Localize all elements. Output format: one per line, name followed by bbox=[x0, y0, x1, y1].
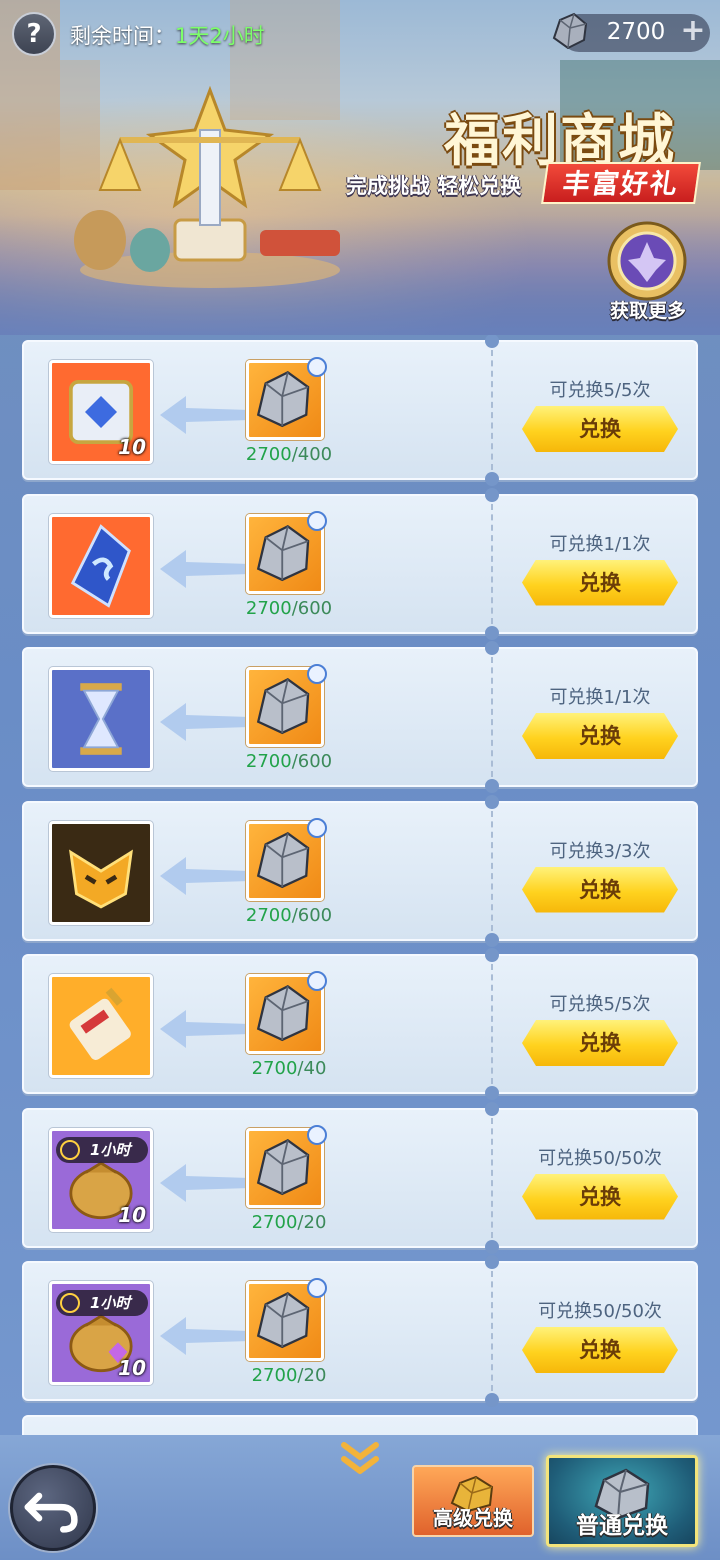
duration-badge: 1小时 bbox=[56, 1136, 148, 1163]
list-item: 10 2700/400 可兑换5/5次 兑换 bbox=[22, 335, 698, 486]
cost-amount: 2700/600 bbox=[245, 597, 333, 619]
plus-icon[interactable]: + bbox=[678, 16, 708, 47]
divider bbox=[491, 964, 493, 1084]
list-item: 1小时 10 2700/20 可兑换50/50次 兑换 bbox=[22, 1255, 698, 1407]
exchange-button[interactable]: 兑换 bbox=[522, 713, 678, 759]
exchange-limit: 可兑换50/50次 bbox=[538, 1301, 662, 1322]
scroll-icon bbox=[69, 987, 131, 1060]
exchange-button[interactable]: 兑换 bbox=[522, 1020, 678, 1066]
exchange-button[interactable]: 兑换 bbox=[522, 406, 678, 452]
bottom-bar: 高级兑换 普通兑换 bbox=[0, 1435, 720, 1560]
list-item: 2700/600 可兑换1/1次 兑换 bbox=[22, 641, 698, 793]
cost-item[interactable] bbox=[246, 1124, 327, 1208]
get-more-button[interactable] bbox=[604, 218, 690, 304]
divider bbox=[491, 1117, 493, 1238]
clock-icon bbox=[60, 1293, 80, 1313]
clock-icon bbox=[307, 510, 327, 531]
tab-normal-label: 普通兑换 bbox=[576, 1513, 668, 1539]
ore-stone-icon bbox=[552, 12, 588, 50]
cost-item[interactable] bbox=[246, 1278, 327, 1361]
cost-amount: 2700/40 bbox=[251, 1058, 327, 1079]
cost-item[interactable] bbox=[246, 510, 327, 594]
exchange-button[interactable]: 兑换 bbox=[522, 1327, 678, 1373]
reward-item[interactable] bbox=[49, 667, 153, 771]
reward-count: 10 bbox=[118, 1202, 146, 1227]
get-more-label[interactable]: 获取更多 bbox=[596, 296, 700, 323]
help-button[interactable]: ? bbox=[12, 12, 56, 56]
list-item-partial bbox=[22, 1414, 698, 1435]
clock-icon bbox=[307, 971, 327, 991]
chevron-double-down-icon bbox=[341, 1442, 379, 1474]
cost-amount: 2700/600 bbox=[245, 904, 333, 926]
divider bbox=[491, 657, 493, 777]
exchange-list[interactable]: 10 2700/400 可兑换5/5次 兑换 2700/600 可兑换1/1次 … bbox=[0, 335, 720, 1435]
duration-badge: 1小时 bbox=[56, 1290, 148, 1316]
exchange-limit: 可兑换1/1次 bbox=[549, 533, 651, 555]
divider bbox=[491, 810, 493, 931]
reward-item[interactable]: 1小时 10 bbox=[49, 1127, 153, 1232]
clock-icon bbox=[307, 1124, 327, 1145]
list-item: 2700/40 可兑换5/5次 兑换 bbox=[22, 948, 698, 1100]
cost-amount: 2700/400 bbox=[245, 444, 333, 465]
question-mark-icon: ? bbox=[26, 19, 42, 49]
tab-advanced-label: 高级兑换 bbox=[433, 1506, 513, 1530]
divider bbox=[491, 1271, 493, 1391]
tab-advanced-exchange[interactable]: 高级兑换 bbox=[412, 1465, 534, 1537]
remaining-time-value: 1天2小时 bbox=[175, 24, 265, 48]
divider bbox=[491, 503, 493, 624]
divider bbox=[491, 350, 493, 470]
back-arrow-icon bbox=[24, 1492, 78, 1533]
clock-icon bbox=[307, 1278, 327, 1298]
reward-item[interactable] bbox=[49, 820, 153, 925]
reward-item[interactable]: 1小时 10 bbox=[49, 1281, 153, 1385]
exchange-button[interactable]: 兑换 bbox=[522, 867, 678, 913]
arrow-left-icon bbox=[160, 396, 250, 434]
exchange-button[interactable]: 兑换 bbox=[522, 1174, 678, 1220]
arrow-left-icon bbox=[160, 1010, 250, 1048]
arrow-left-icon bbox=[160, 549, 250, 588]
cost-item[interactable] bbox=[246, 357, 327, 440]
clock-icon bbox=[307, 817, 327, 838]
reward-item[interactable] bbox=[49, 513, 153, 618]
trophy-icon bbox=[74, 85, 340, 288]
reward-count: 10 bbox=[118, 435, 146, 459]
exchange-limit: 可兑换3/3次 bbox=[549, 840, 651, 862]
clock-icon bbox=[307, 664, 327, 684]
cost-item[interactable] bbox=[246, 971, 327, 1054]
exchange-limit: 可兑换5/5次 bbox=[549, 994, 651, 1015]
back-button[interactable] bbox=[10, 1465, 96, 1551]
exchange-limit: 可兑换50/50次 bbox=[538, 1147, 662, 1169]
list-item: 1小时 10 2700/20 可兑换50/50次 兑换 bbox=[22, 1101, 698, 1254]
golden-mask-icon bbox=[69, 848, 133, 909]
exchange-limit: 可兑换1/1次 bbox=[549, 687, 651, 708]
currency-value: 2700 bbox=[606, 19, 666, 45]
list-item: 2700/600 可兑换1/1次 兑换 bbox=[22, 487, 698, 640]
page-subtitle: 完成挑战 轻松兑换 bbox=[346, 174, 522, 198]
hourglass-icon bbox=[80, 683, 122, 755]
remaining-time-label: 剩余时间： bbox=[70, 24, 175, 48]
reward-item[interactable] bbox=[49, 974, 153, 1078]
arrow-left-icon bbox=[160, 856, 250, 895]
cost-item[interactable] bbox=[246, 817, 327, 901]
remaining-time: 剩余时间：1天2小时 bbox=[70, 20, 265, 50]
exchange-button[interactable]: 兑换 bbox=[522, 560, 678, 606]
exchange-limit: 可兑换5/5次 bbox=[549, 380, 651, 401]
reward-item[interactable]: 10 bbox=[49, 360, 153, 464]
tab-normal-exchange[interactable]: 普通兑换 bbox=[546, 1455, 698, 1547]
arrow-left-icon bbox=[160, 703, 250, 741]
cost-amount: 2700/600 bbox=[245, 751, 333, 772]
cost-amount: 2700/20 bbox=[251, 1211, 327, 1233]
reward-count: 10 bbox=[118, 1356, 146, 1380]
list-item: 2700/600 可兑换3/3次 兑换 bbox=[22, 794, 698, 947]
cost-item[interactable] bbox=[246, 664, 327, 747]
blue-crystal-icon bbox=[70, 523, 131, 608]
cost-amount: 2700/20 bbox=[251, 1365, 327, 1386]
clock-icon bbox=[307, 357, 327, 377]
banner: ? 剩余时间：1天2小时 2700 + 福利商城 完成挑战 轻松兑换 丰富好礼 … bbox=[0, 0, 720, 335]
title-badge: 丰富好礼 bbox=[541, 162, 701, 204]
arrow-left-icon bbox=[160, 1317, 250, 1355]
clock-icon bbox=[60, 1139, 80, 1160]
arrow-left-icon bbox=[160, 1163, 250, 1202]
